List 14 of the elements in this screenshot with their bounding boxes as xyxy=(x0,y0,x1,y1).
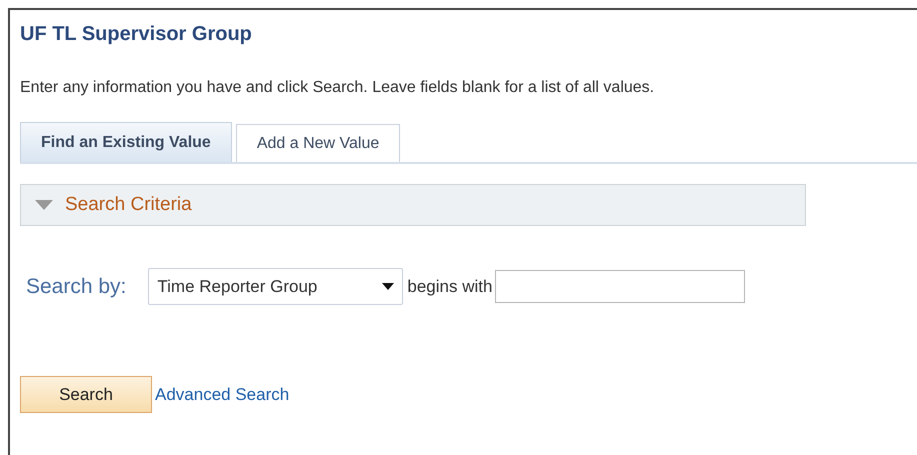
advanced-search-link[interactable]: Advanced Search xyxy=(155,382,290,408)
search-button[interactable]: Search xyxy=(20,376,152,413)
section-header[interactable]: Search Criteria xyxy=(20,184,806,226)
collapse-triangle-icon xyxy=(35,200,53,210)
field-dropdown[interactable]: Time Reporter Group xyxy=(148,268,404,305)
tab[interactable]: Find an Existing Value xyxy=(20,122,232,162)
search-by-label: Search by: xyxy=(26,274,126,300)
page-title: UF TL Supervisor Group xyxy=(20,22,253,46)
section-title: Search Criteria xyxy=(65,192,192,217)
tab[interactable]: Add a New Value xyxy=(236,124,400,162)
operator-label: begins with xyxy=(407,276,492,298)
dropdown-arrow-icon xyxy=(382,283,394,290)
instructions: Enter any information you have and click Search. Leave fields blank for a list of all values. xyxy=(20,78,656,98)
search-value-field[interactable] xyxy=(495,270,746,303)
